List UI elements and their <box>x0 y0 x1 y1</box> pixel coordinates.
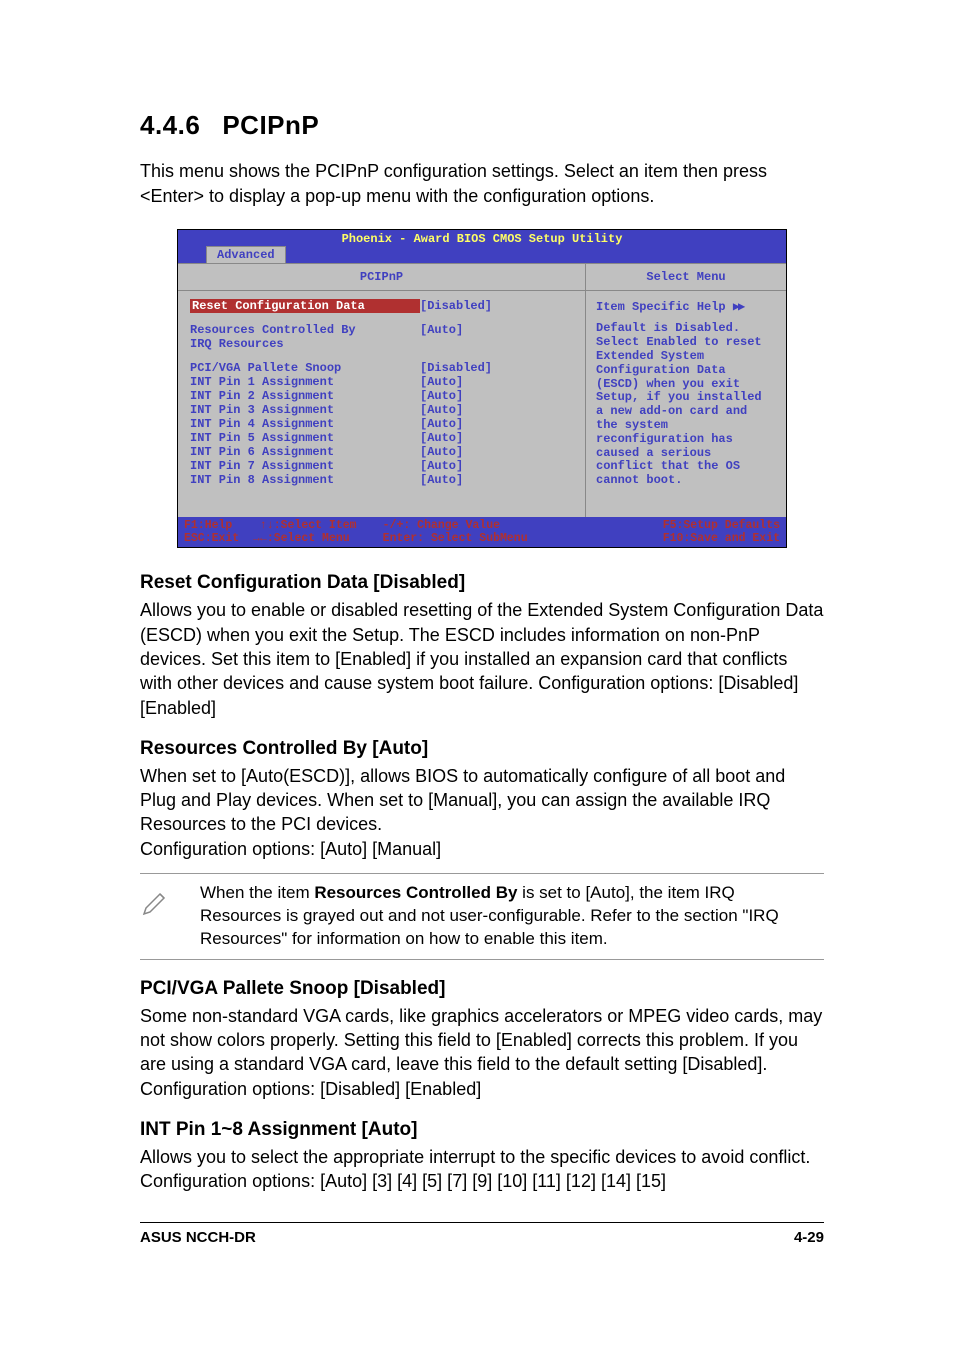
bios-footer-col2: -/+: Change ValueEnter: Select SubMenu <box>383 519 582 545</box>
intro-text: This menu shows the PCIPnP configuration… <box>140 159 824 209</box>
bios-item-value: [Auto] <box>420 459 463 473</box>
bios-left-header: PCIPnP <box>178 264 585 291</box>
subheading-reset-config: Reset Configuration Data [Disabled] <box>140 572 824 594</box>
bios-item-label: INT Pin 8 Assignment <box>190 473 420 487</box>
section-number: 4.4.6 <box>140 110 200 140</box>
bios-item-row: IRQ Resources <box>190 337 575 351</box>
bios-item-value: [Disabled] <box>420 361 492 375</box>
bios-item-value: [Auto] <box>420 389 463 403</box>
bios-item-row: INT Pin 1 Assignment[Auto] <box>190 375 575 389</box>
arrow-right-icon: ▶▶ <box>733 300 743 314</box>
bios-footer-col1: F1:Help ↑↓:Select ItemESC:Exit →←:Select… <box>184 519 383 545</box>
bios-item-value: [Auto] <box>420 375 463 389</box>
bios-item-value: [Auto] <box>420 403 463 417</box>
bios-title: Phoenix - Award BIOS CMOS Setup Utility <box>178 230 786 246</box>
footer-right: 4-29 <box>794 1229 824 1246</box>
bios-item-value: [Auto] <box>420 431 463 445</box>
body-resources: When set to [Auto(ESCD)], allows BIOS to… <box>140 764 824 861</box>
section-heading: 4.4.6 PCIPnP <box>140 110 824 141</box>
page-footer: ASUS NCCH-DR 4-29 <box>140 1222 824 1246</box>
body-pci-vga: Some non-standard VGA cards, like graphi… <box>140 1004 824 1101</box>
body-int-pin: Allows you to select the appropriate int… <box>140 1145 824 1194</box>
bios-help-text: Default is Disabled. Select Enabled to r… <box>596 322 776 488</box>
bios-item-value: [Auto] <box>420 445 463 459</box>
bios-tab-row: Advanced <box>178 246 786 263</box>
pencil-icon <box>140 882 200 923</box>
bios-tab-advanced: Advanced <box>206 246 286 263</box>
bios-footer: F1:Help ↑↓:Select ItemESC:Exit →←:Select… <box>178 517 786 547</box>
note-text: When the item Resources Controlled By is… <box>200 882 824 951</box>
note-block: When the item Resources Controlled By is… <box>140 873 824 960</box>
bios-item-label: INT Pin 7 Assignment <box>190 459 420 473</box>
bios-item-label: IRQ Resources <box>190 337 420 351</box>
bios-screenshot: Phoenix - Award BIOS CMOS Setup Utility … <box>177 229 787 548</box>
bios-footer-col3: F5:Setup DefaultsF10:Save and Exit <box>581 519 780 545</box>
bios-body: PCIPnP Reset Configuration Data[Disabled… <box>178 263 786 517</box>
body-reset-config: Allows you to enable or disabled resetti… <box>140 598 824 719</box>
bios-right-panel: Select Menu Item Specific Help ▶▶ Defaul… <box>586 264 786 517</box>
bios-item-value: [Auto] <box>420 473 463 487</box>
bios-item-row: INT Pin 6 Assignment[Auto] <box>190 445 575 459</box>
bios-item-row: INT Pin 4 Assignment[Auto] <box>190 417 575 431</box>
bios-right-header: Select Menu <box>586 264 786 291</box>
subheading-int-pin: INT Pin 1~8 Assignment [Auto] <box>140 1119 824 1141</box>
bios-item-value: [Auto] <box>420 323 463 337</box>
bios-item-label: INT Pin 6 Assignment <box>190 445 420 459</box>
bios-item-row: INT Pin 5 Assignment[Auto] <box>190 431 575 445</box>
bios-left-panel: PCIPnP Reset Configuration Data[Disabled… <box>178 264 586 517</box>
bios-item-row: INT Pin 8 Assignment[Auto] <box>190 473 575 487</box>
subheading-pci-vga: PCI/VGA Pallete Snoop [Disabled] <box>140 978 824 1000</box>
bios-item-value: [Disabled] <box>420 299 492 313</box>
bios-item-row: Resources Controlled By[Auto] <box>190 323 575 337</box>
subheading-resources: Resources Controlled By [Auto] <box>140 738 824 760</box>
bios-item-label: INT Pin 1 Assignment <box>190 375 420 389</box>
bios-item-label: Resources Controlled By <box>190 323 420 337</box>
bios-item-row: PCI/VGA Pallete Snoop[Disabled] <box>190 361 575 375</box>
section-title: PCIPnP <box>222 110 319 140</box>
bios-item-value: [Auto] <box>420 417 463 431</box>
footer-left: ASUS NCCH-DR <box>140 1229 256 1246</box>
bios-item-label: PCI/VGA Pallete Snoop <box>190 361 420 375</box>
bios-item-label: INT Pin 2 Assignment <box>190 389 420 403</box>
bios-help-title: Item Specific Help ▶▶ <box>596 299 776 314</box>
bios-item-row: INT Pin 3 Assignment[Auto] <box>190 403 575 417</box>
bios-item-label: Reset Configuration Data <box>190 299 420 313</box>
bios-item-row: INT Pin 7 Assignment[Auto] <box>190 459 575 473</box>
bios-item-label: INT Pin 3 Assignment <box>190 403 420 417</box>
bios-item-label: INT Pin 5 Assignment <box>190 431 420 445</box>
bios-item-row: INT Pin 2 Assignment[Auto] <box>190 389 575 403</box>
bios-item-row: Reset Configuration Data[Disabled] <box>190 299 575 313</box>
bios-item-label: INT Pin 4 Assignment <box>190 417 420 431</box>
